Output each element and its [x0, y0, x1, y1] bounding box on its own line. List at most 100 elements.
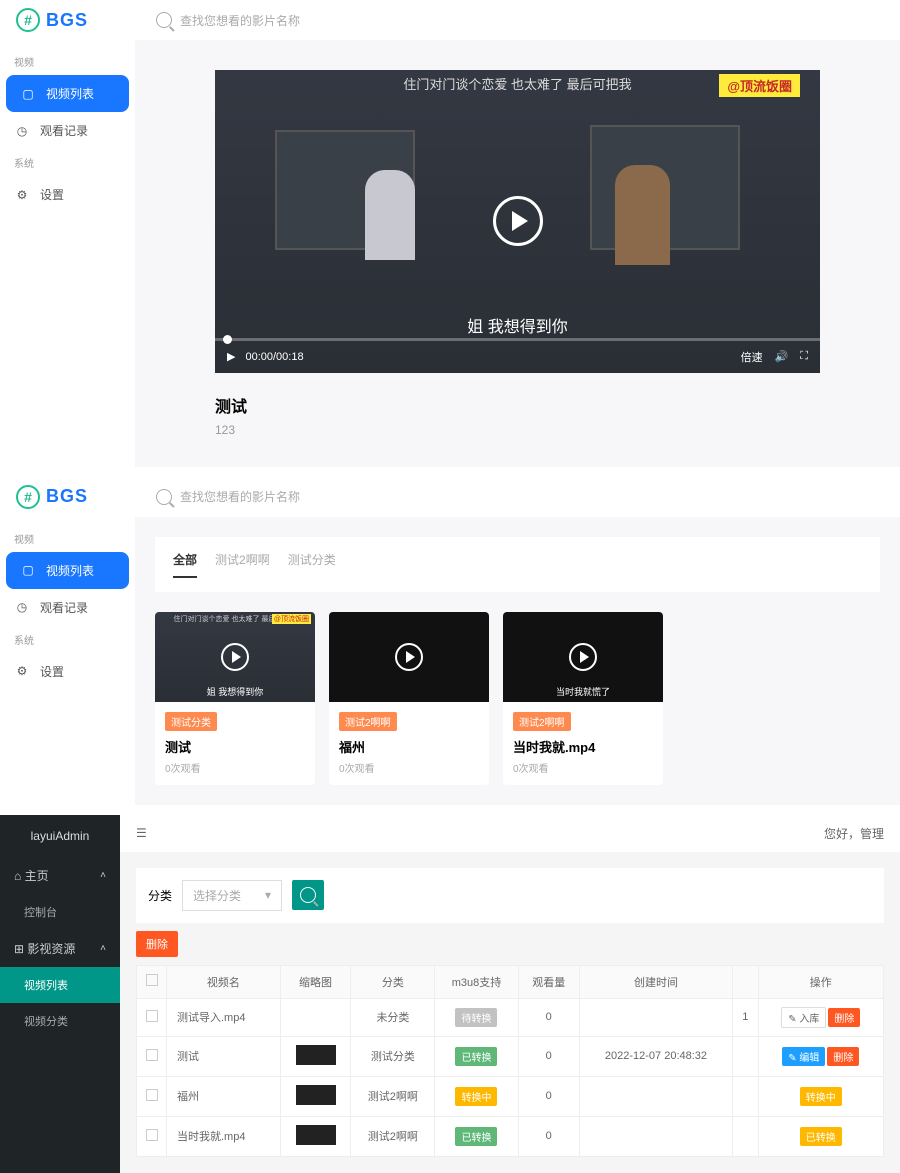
- sidebar-item-label: 观看记录: [40, 599, 88, 616]
- sidebar-item-watch-history[interactable]: ◷ 观看记录: [0, 112, 135, 149]
- card-tag: 测试2啊啊: [339, 712, 397, 731]
- table-row: 测试 测试分类 已转换 0 2022-12-07 20:48:32 ✎ 编辑删除: [137, 1036, 884, 1076]
- table-header: 视频名: [167, 965, 281, 998]
- cell-created: 2022-12-07 20:48:32: [579, 1036, 732, 1076]
- play-icon: [569, 643, 597, 671]
- tab-test2[interactable]: 测试2啊啊: [215, 551, 270, 578]
- search-icon: [300, 887, 316, 903]
- sidebar-item-label: 视频列表: [46, 562, 94, 579]
- admin-menu-console[interactable]: 控制台: [0, 894, 120, 930]
- card-tag: 测试分类: [165, 712, 217, 731]
- action-button[interactable]: 删除: [827, 1047, 859, 1066]
- cell-category: 测试分类: [351, 1036, 435, 1076]
- logo[interactable]: # BGS: [16, 485, 136, 509]
- play-button[interactable]: [493, 196, 543, 246]
- fullscreen-icon[interactable]: ⛶: [800, 350, 808, 363]
- card-thumbnail: 住门对门谈个恋爱 也太难了 最后可把我 @顶流饭圈 姐 我想得到你: [155, 612, 315, 702]
- cell-created: [579, 1076, 732, 1116]
- video-grid: 住门对门谈个恋爱 也太难了 最后可把我 @顶流饭圈 姐 我想得到你 测试分类 测…: [135, 592, 900, 805]
- sidebar-item-settings[interactable]: ⚙ 设置: [0, 176, 135, 213]
- cell-views: 0: [518, 1076, 579, 1116]
- sidebar-item-video-list[interactable]: ▢ 视频列表: [6, 552, 129, 589]
- action-button[interactable]: ✎ 入库: [781, 1007, 826, 1028]
- table-header: 缩略图: [280, 965, 351, 998]
- search-icon: [156, 12, 172, 28]
- sidebar-item-label: 视频列表: [46, 85, 94, 102]
- video-player[interactable]: 住门对门谈个恋爱 也太难了 最后可把我 @顶流饭圈 姐 我想得到你 ▶ 00:0…: [215, 70, 820, 373]
- cell-created: [579, 1116, 732, 1156]
- row-checkbox[interactable]: [146, 1049, 158, 1061]
- table-header: 操作: [758, 965, 883, 998]
- tab-test-category[interactable]: 测试分类: [288, 551, 336, 578]
- logo-text: BGS: [46, 486, 88, 507]
- video-controls: ▶ 00:00/00:18 倍速 🔊 ⛶: [215, 341, 820, 373]
- sidebar-item-settings[interactable]: ⚙ 设置: [0, 653, 135, 690]
- table-header: m3u8支持: [435, 965, 518, 998]
- search-button[interactable]: [292, 880, 324, 910]
- delete-button[interactable]: 删除: [136, 931, 178, 957]
- table-row: 当时我就.mp4 测试2啊啊 已转换 0 已转换: [137, 1116, 884, 1156]
- gear-icon: ⚙: [14, 187, 30, 203]
- admin-menu-video-list[interactable]: 视频列表: [0, 967, 120, 1003]
- row-checkbox[interactable]: [146, 1010, 158, 1022]
- video-top-caption: 住门对门谈个恋爱 也太难了 最后可把我: [403, 74, 631, 93]
- admin-menu-resource[interactable]: ⊞ 影视资源˄: [0, 930, 120, 967]
- category-tabs: 全部 测试2啊啊 测试分类: [155, 537, 880, 592]
- admin-menu-home[interactable]: ⌂ 主页˄: [0, 857, 120, 894]
- tv-icon: ▢: [20, 562, 36, 578]
- cell-name: 当时我就.mp4: [167, 1116, 281, 1156]
- filter-bar: 分类 选择分类▾: [136, 868, 884, 923]
- cell-extra: 1: [733, 998, 758, 1036]
- menu-toggle-icon[interactable]: ☰: [136, 826, 147, 840]
- select-all-checkbox[interactable]: [146, 974, 158, 986]
- video-card[interactable]: 测试2啊啊 福州 0次观看: [329, 612, 489, 785]
- volume-icon[interactable]: 🔊: [775, 350, 789, 363]
- action-button[interactable]: 删除: [828, 1008, 860, 1027]
- cell-thumbnail: [280, 1116, 351, 1156]
- card-views: 0次观看: [513, 760, 653, 775]
- table-header: 分类: [351, 965, 435, 998]
- logo[interactable]: # BGS: [16, 8, 136, 32]
- tab-all[interactable]: 全部: [173, 551, 197, 578]
- cell-name: 福州: [167, 1076, 281, 1116]
- logo-icon: #: [16, 485, 40, 509]
- video-table: 视频名缩略图分类m3u8支持观看量创建时间操作 测试导入.mp4 未分类 待转换…: [136, 965, 884, 1157]
- admin-logo: layuiAdmin: [0, 815, 120, 857]
- video-card[interactable]: 当时我就慌了 测试2啊啊 当时我就.mp4 0次观看: [503, 612, 663, 785]
- tv-icon: ▢: [20, 86, 36, 102]
- cell-m3u8: 转换中: [435, 1076, 518, 1116]
- sidebar-group-video: 视频: [0, 48, 135, 75]
- play-icon[interactable]: ▶: [227, 350, 235, 363]
- card-views: 0次观看: [165, 760, 305, 775]
- sidebar-item-watch-history[interactable]: ◷ 观看记录: [0, 589, 135, 626]
- chevron-up-icon: ˄: [100, 943, 106, 954]
- sidebar-item-video-list[interactable]: ▢ 视频列表: [6, 75, 129, 112]
- action-button[interactable]: 已转换: [800, 1127, 842, 1146]
- speed-button[interactable]: 倍速: [741, 349, 763, 365]
- action-button[interactable]: ✎ 编辑: [782, 1047, 825, 1066]
- admin-greeting: 您好，管理: [824, 825, 884, 842]
- cell-category: 测试2啊啊: [351, 1076, 435, 1116]
- card-thumbnail: 当时我就慌了: [503, 612, 663, 702]
- table-header: [733, 965, 758, 998]
- admin-menu-video-category[interactable]: 视频分类: [0, 1003, 120, 1039]
- category-select[interactable]: 选择分类▾: [182, 880, 282, 911]
- row-checkbox[interactable]: [146, 1089, 158, 1101]
- action-button[interactable]: 转换中: [800, 1087, 842, 1106]
- cell-views: 0: [518, 1116, 579, 1156]
- clock-icon: ◷: [14, 123, 30, 139]
- admin-topbar: ☰ 您好，管理: [120, 815, 900, 852]
- search-input[interactable]: 查找您想看的影片名称: [156, 488, 884, 505]
- cell-actions: 转换中: [758, 1076, 883, 1116]
- video-card[interactable]: 住门对门谈个恋爱 也太难了 最后可把我 @顶流饭圈 姐 我想得到你 测试分类 测…: [155, 612, 315, 785]
- row-checkbox[interactable]: [146, 1129, 158, 1141]
- search-input[interactable]: 查找您想看的影片名称: [156, 12, 884, 29]
- sidebar: 视频 ▢ 视频列表 ◷ 观看记录 系统 ⚙ 设置: [0, 40, 135, 467]
- chevron-down-icon: ▾: [265, 888, 271, 902]
- video-title: 测试: [215, 393, 820, 417]
- chevron-up-icon: ˄: [100, 870, 106, 881]
- sidebar-item-label: 设置: [40, 186, 64, 203]
- cell-thumbnail: [280, 998, 351, 1036]
- table-header: 观看量: [518, 965, 579, 998]
- table-row: 测试导入.mp4 未分类 待转换 0 1 ✎ 入库删除: [137, 998, 884, 1036]
